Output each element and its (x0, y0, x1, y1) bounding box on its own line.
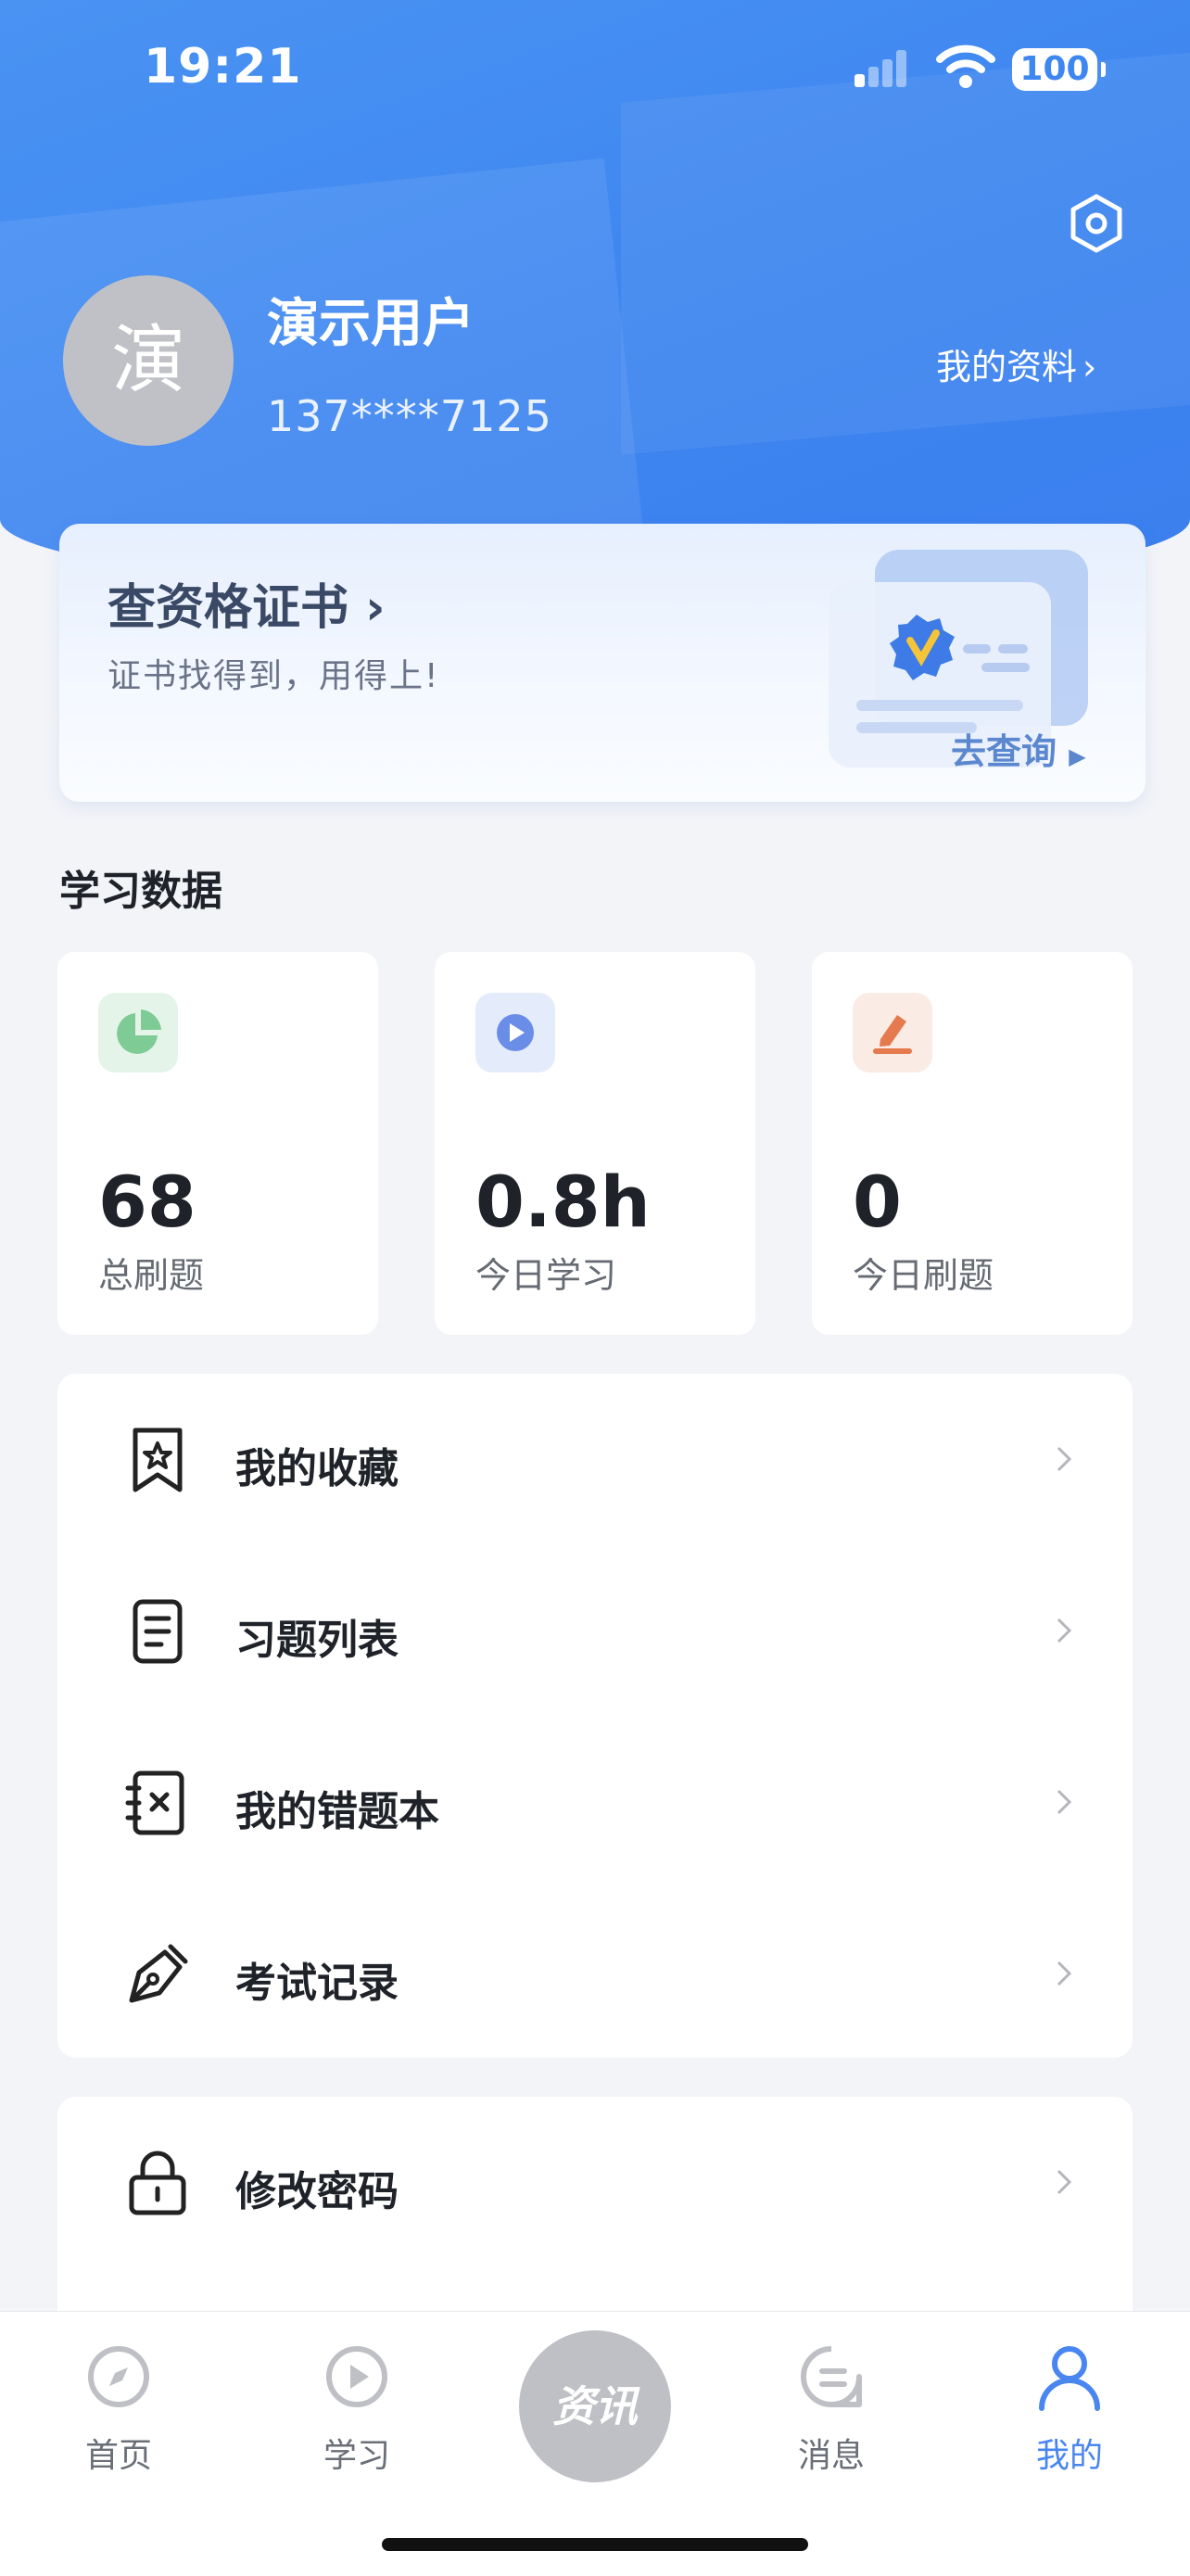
wifi-icon (936, 44, 995, 88)
tab-mine[interactable]: 我的 (977, 2340, 1162, 2477)
menu-item-label: 习题列表 (235, 1617, 399, 1664)
settings-icon[interactable] (1064, 191, 1129, 256)
edit-icon (853, 993, 932, 1072)
tab-label: 我的 (1035, 2437, 1103, 2475)
go-query-button[interactable]: 去查询 ▶ (951, 723, 1086, 774)
study-data-title: 学习数据 (59, 868, 222, 915)
menu-item-label: 考试记录 (235, 1960, 399, 2007)
my-profile-link[interactable]: 我的资料 › (936, 338, 1096, 389)
chevron-right-icon (1057, 1961, 1072, 1986)
stat-card-total-questions[interactable]: 68 总刷题 (57, 952, 378, 1335)
certificate-query-card[interactable]: 查资格证书 › 证书找得到，用得上! 去查询 ▶ (59, 524, 1146, 802)
chevron-right-icon (1057, 1789, 1072, 1815)
wrong-notebook-icon (125, 1770, 184, 1835)
stat-label: 总刷题 (98, 1255, 205, 1296)
tab-label: 首页 (84, 2437, 152, 2475)
bottom-tab-bar: 首页 学习 资讯 消息 我的 (0, 2311, 1190, 2576)
menu-item-label: 我的错题本 (235, 1788, 439, 1835)
certificate-title: 查资格证书 › (108, 580, 386, 636)
chevron-right-icon: › (1082, 347, 1097, 387)
menu-item-wrong-notebook[interactable]: 我的错题本 (57, 1717, 1133, 1888)
message-icon (801, 2346, 862, 2407)
certificate-subtitle: 证书找得到，用得上! (108, 657, 440, 695)
pen-nib-icon (129, 1944, 188, 2003)
tab-news[interactable]: 资讯 (519, 2330, 671, 2482)
stat-label: 今日学习 (475, 1255, 617, 1296)
stat-label: 今日刷题 (853, 1255, 994, 1296)
tab-study[interactable]: 学习 (264, 2340, 449, 2477)
user-phone: 137****7125 (267, 391, 552, 441)
cellular-signal-icon (855, 48, 918, 87)
menu-item-label: 我的收藏 (235, 1445, 399, 1492)
user-name: 演示用户 (267, 294, 475, 354)
home-indicator[interactable] (382, 2538, 808, 2551)
pie-chart-icon (98, 993, 178, 1072)
chevron-right-icon (1057, 2169, 1072, 2195)
play-icon (475, 993, 555, 1072)
stat-value: 0 (853, 1161, 902, 1243)
my-profile-label: 我的资料 (936, 347, 1078, 387)
security-menu: 修改密码 (57, 2097, 1133, 2338)
menu-item-exam-records[interactable]: 考试记录 (57, 1888, 1133, 2058)
tab-messages[interactable]: 消息 (739, 2340, 924, 2477)
menu-item-label: 修改密码 (235, 2168, 399, 2215)
menu-item-change-password[interactable]: 修改密码 (57, 2097, 1133, 2268)
chevron-right-icon (1057, 1446, 1072, 1472)
chevron-right-icon (1057, 1618, 1072, 1643)
document-list-icon (133, 1599, 183, 1664)
lock-icon (129, 2151, 186, 2215)
stat-card-today-questions[interactable]: 0 今日刷题 (812, 952, 1133, 1335)
tab-home[interactable]: 首页 (26, 2340, 211, 2477)
tab-label: 学习 (323, 2437, 390, 2475)
menu-item-favorites[interactable]: 我的收藏 (57, 1374, 1133, 1545)
stat-value: 0.8h (475, 1161, 651, 1243)
avatar[interactable]: 演 (63, 275, 234, 446)
chevron-right-icon: › (365, 580, 386, 636)
stat-value: 68 (98, 1161, 196, 1243)
stat-card-today-study[interactable]: 0.8h 今日学习 (435, 952, 755, 1335)
play-circle-icon (326, 2346, 387, 2407)
menu-item-exercise-list[interactable]: 习题列表 (57, 1545, 1133, 1717)
compass-icon (88, 2346, 149, 2407)
function-menu: 我的收藏 习题列表 我的错题本 考试记录 (57, 1374, 1133, 2058)
user-icon (1039, 2346, 1100, 2411)
status-time: 19:21 (144, 39, 302, 95)
triangle-right-icon: ▶ (1069, 743, 1086, 769)
bookmark-star-icon (133, 1428, 183, 1492)
battery-indicator: 100 (1012, 48, 1106, 91)
tab-label: 消息 (797, 2437, 865, 2475)
